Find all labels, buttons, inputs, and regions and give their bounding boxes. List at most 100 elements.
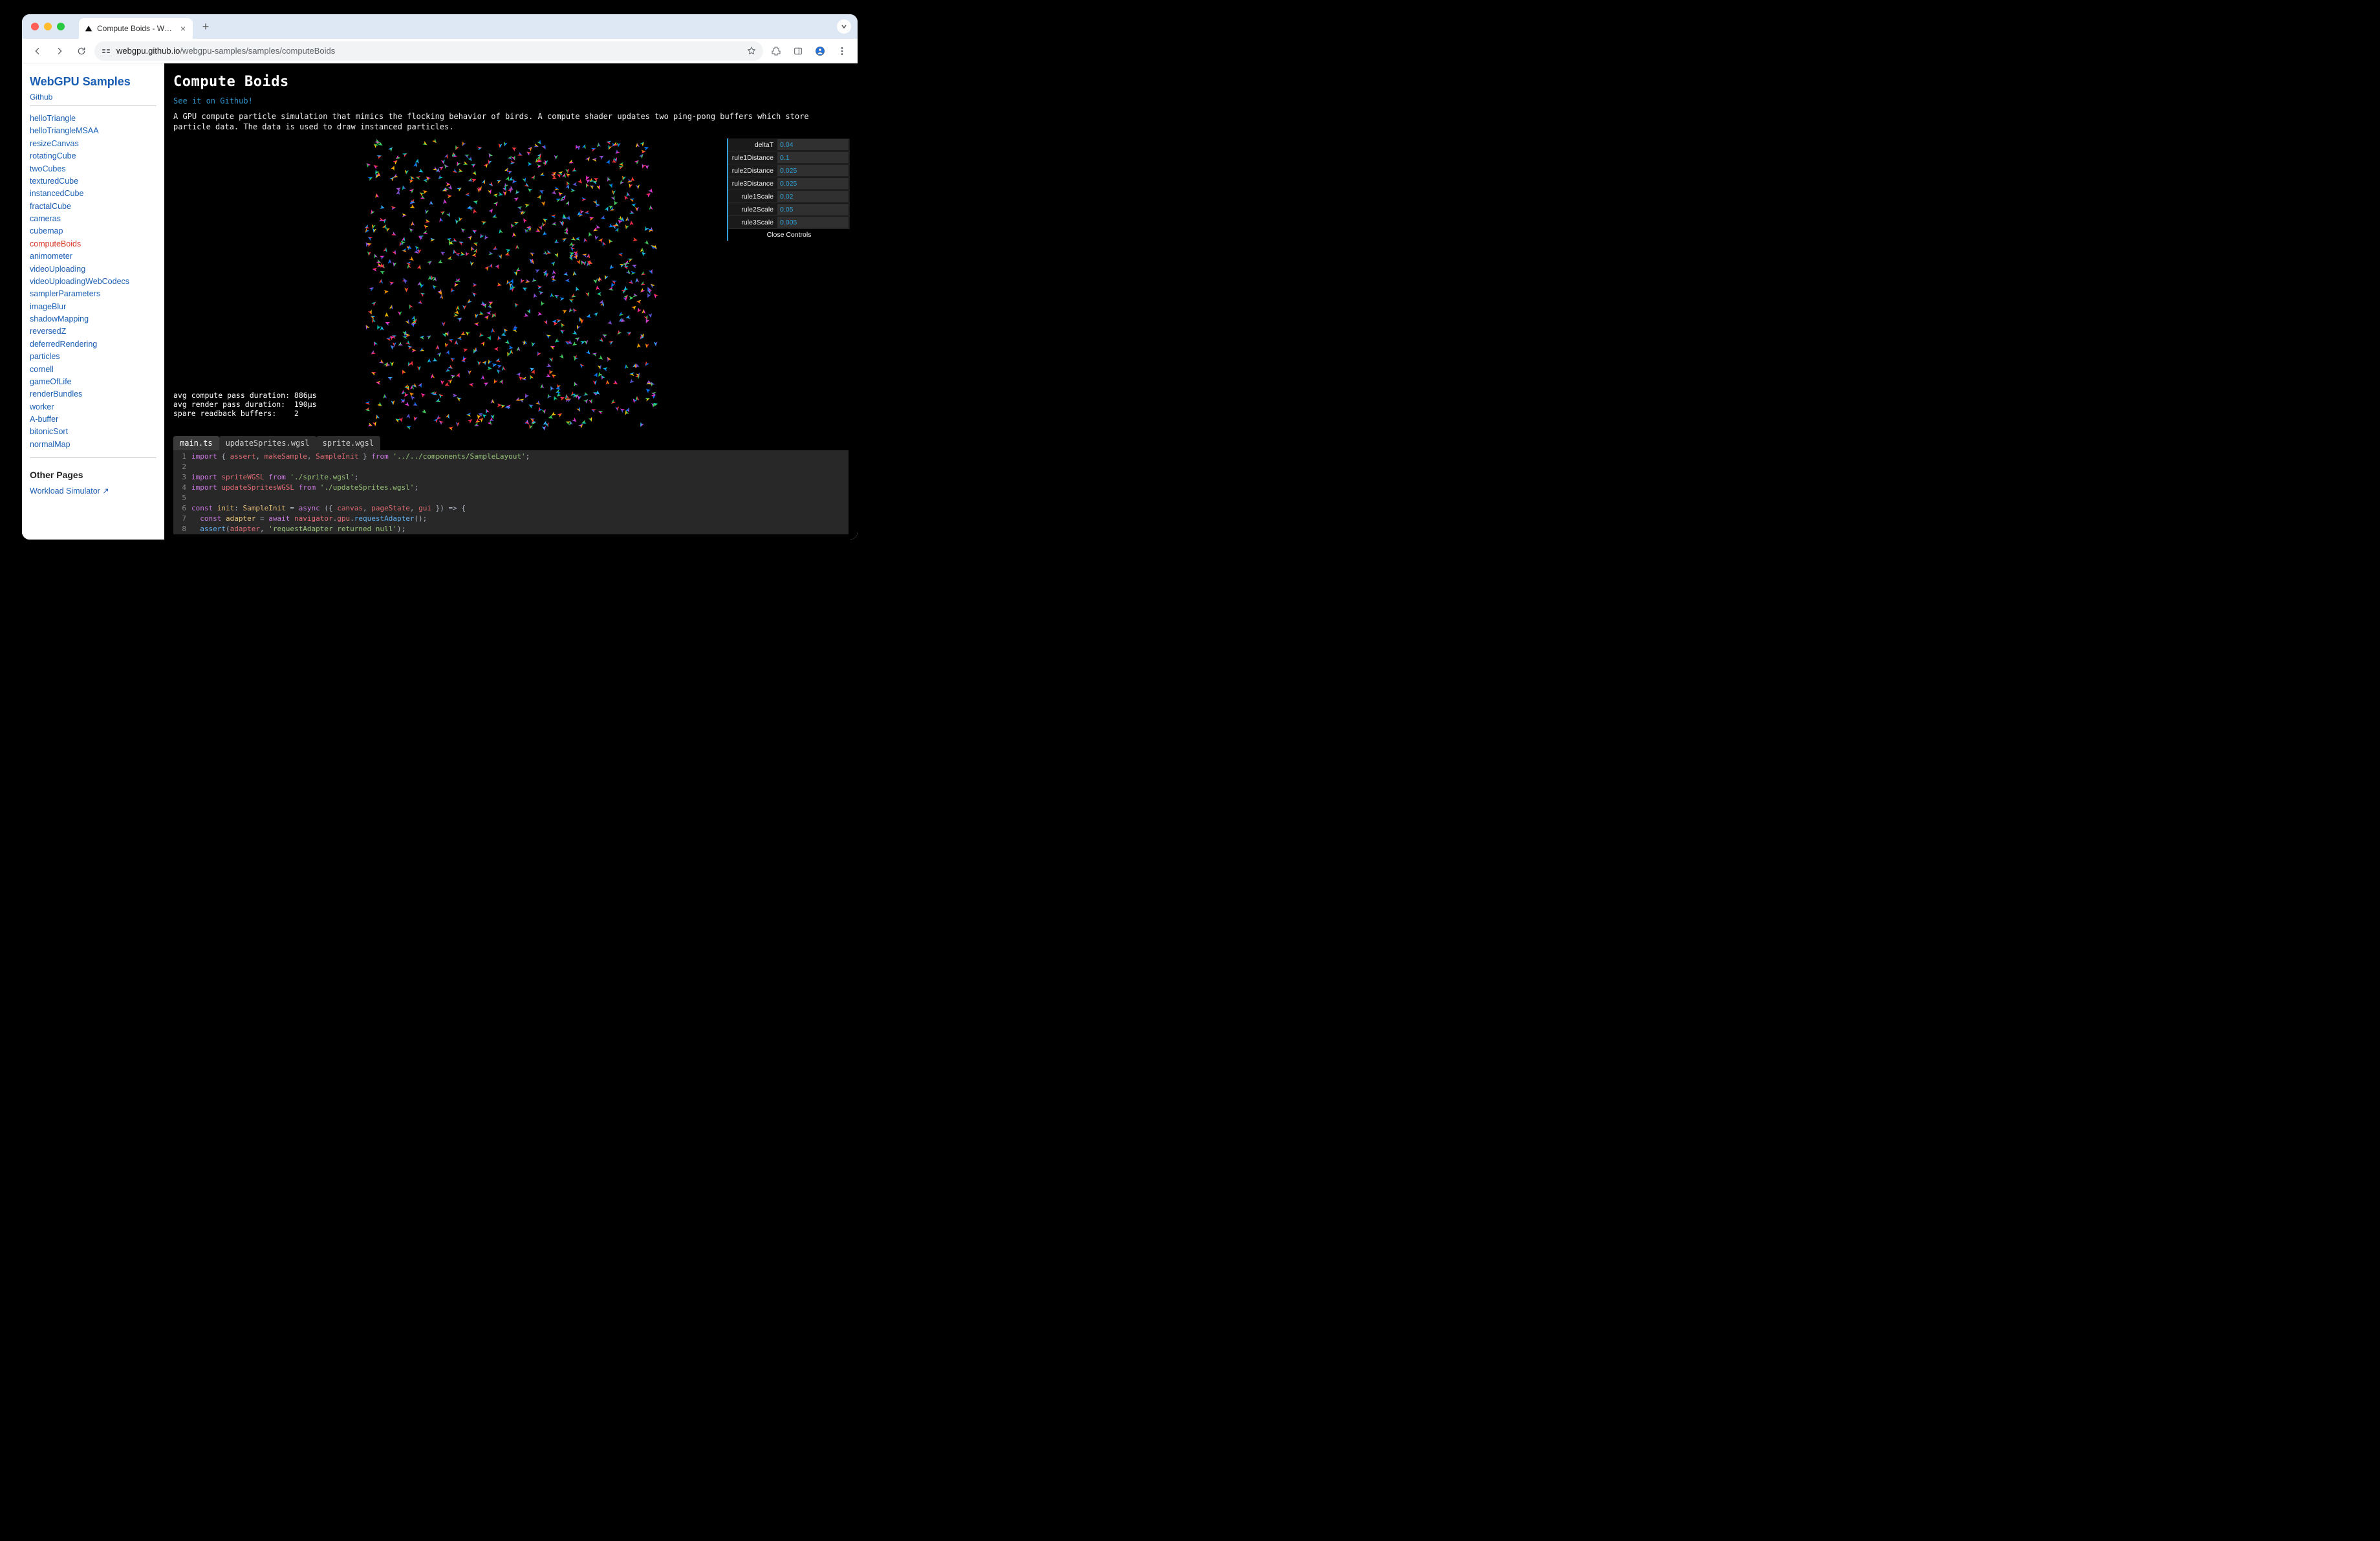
gui-row-input[interactable]: 0.025	[777, 178, 849, 189]
code-tab[interactable]: sprite.wgsl	[316, 436, 380, 450]
sidebar-sample-link[interactable]: particles	[30, 352, 60, 361]
sidebar-sample-link[interactable]: deferredRendering	[30, 340, 97, 349]
sidebar-sample-link[interactable]: videoUploadingWebCodecs	[30, 277, 129, 286]
tab-favicon-icon	[84, 24, 93, 33]
sidebar-sample-item[interactable]: gameOfLife	[30, 376, 157, 388]
sidebar-sample-item[interactable]: computeBoids	[30, 238, 157, 250]
close-window-button[interactable]	[31, 23, 39, 30]
menu-button[interactable]	[833, 42, 851, 60]
sidebar-sample-link[interactable]: samplerParameters	[30, 289, 100, 298]
reload-button[interactable]	[72, 42, 91, 60]
sidebar-sample-link[interactable]: gameOfLife	[30, 377, 72, 386]
gui-row-input[interactable]: 0.02	[777, 191, 849, 202]
gui-row-input[interactable]: 0.025	[777, 165, 849, 176]
sidebar-sample-link[interactable]: bitonicSort	[30, 427, 68, 436]
tab-strip: Compute Boids - WebGPU S… × +	[22, 14, 858, 39]
sidebar-github-link[interactable]: Github	[30, 93, 157, 102]
address-bar[interactable]: webgpu.github.io/webgpu-samples/samples/…	[94, 41, 763, 61]
sidebar-sample-link[interactable]: texturedCube	[30, 177, 78, 186]
workload-simulator-link[interactable]: Workload Simulator ↗	[30, 486, 109, 496]
sidebar-sample-item[interactable]: texturedCube	[30, 175, 157, 188]
profile-button[interactable]	[811, 42, 829, 60]
toolbar: webgpu.github.io/webgpu-samples/samples/…	[22, 39, 858, 63]
sidebar-sample-item[interactable]: cornell	[30, 364, 157, 376]
gui-row: deltaT0.04	[728, 138, 850, 151]
code-tabs: main.tsupdateSprites.wgslsprite.wgsl	[173, 436, 849, 450]
browser-tab[interactable]: Compute Boids - WebGPU S… ×	[79, 18, 193, 39]
sidebar-sample-link[interactable]: imageBlur	[30, 302, 66, 311]
sidebar-sample-item[interactable]: cubemap	[30, 225, 157, 237]
sidebar-sample-item[interactable]: animometer	[30, 250, 157, 263]
sidebar-sample-link[interactable]: cubemap	[30, 226, 63, 235]
sidebar-sample-link[interactable]: normalMap	[30, 440, 70, 449]
see-on-github-link[interactable]: See it on Github!	[173, 96, 253, 105]
sidebar-sample-link[interactable]: animometer	[30, 252, 72, 261]
code-tab[interactable]: main.ts	[173, 436, 219, 450]
gui-row-input[interactable]: 0.05	[777, 204, 849, 215]
sidebar-sample-item[interactable]: samplerParameters	[30, 288, 157, 300]
sidebar-sample-item[interactable]: resizeCanvas	[30, 138, 157, 150]
sidebar-sample-link[interactable]: reversedZ	[30, 327, 66, 336]
sidebar-sample-item[interactable]: deferredRendering	[30, 338, 157, 351]
sidebar-sample-item[interactable]: particles	[30, 351, 157, 363]
gui-row: rule3Scale0.005	[728, 216, 850, 229]
sidebar-sample-link[interactable]: resizeCanvas	[30, 139, 79, 148]
sidebar-sample-link[interactable]: renderBundles	[30, 389, 82, 399]
sidebar-sample-item[interactable]: helloTriangleMSAA	[30, 125, 157, 137]
sidebar-sample-link[interactable]: helloTriangle	[30, 114, 76, 123]
sidebar-sample-link[interactable]: rotatingCube	[30, 151, 76, 160]
gui-row: rule1Distance0.1	[728, 151, 850, 164]
new-tab-button[interactable]: +	[197, 17, 215, 36]
sidebar-sample-link[interactable]: fractalCube	[30, 202, 71, 211]
sidebar-sample-item[interactable]: helloTriangle	[30, 113, 157, 125]
code-line: 5	[173, 493, 849, 503]
sidebar-sample-item[interactable]: twoCubes	[30, 163, 157, 175]
bookmark-star-icon[interactable]	[746, 46, 757, 56]
sidebar-sample-link[interactable]: cameras	[30, 214, 61, 223]
sidebar-sample-item[interactable]: imageBlur	[30, 301, 157, 313]
sidebar-sample-item[interactable]: videoUploading	[30, 263, 157, 276]
gui-row: rule1Scale0.02	[728, 190, 850, 203]
sidebar-sample-item[interactable]: instancedCube	[30, 188, 157, 200]
sidebar-sample-item[interactable]: rotatingCube	[30, 150, 157, 162]
tab-overflow-button[interactable]	[837, 19, 851, 34]
close-tab-button[interactable]: ×	[178, 24, 188, 33]
sidebar-sample-item[interactable]: A-buffer	[30, 413, 157, 426]
minimize-window-button[interactable]	[44, 23, 52, 30]
sidebar-sample-link[interactable]: A-buffer	[30, 415, 58, 424]
gui-close-button[interactable]: Close Controls	[728, 229, 850, 241]
sidebar-sample-link[interactable]: worker	[30, 402, 54, 411]
gui-row-input[interactable]: 0.04	[777, 139, 849, 150]
site-settings-icon[interactable]	[101, 46, 111, 56]
url-text: webgpu.github.io/webgpu-samples/samples/…	[116, 46, 335, 56]
side-panel-button[interactable]	[789, 42, 807, 60]
sidebar-sample-item[interactable]: normalMap	[30, 439, 157, 451]
gui-row: rule3Distance0.025	[728, 177, 850, 190]
sidebar-sample-item[interactable]: videoUploadingWebCodecs	[30, 276, 157, 288]
zoom-window-button[interactable]	[57, 23, 65, 30]
sidebar-sample-link[interactable]: helloTriangleMSAA	[30, 126, 99, 135]
sidebar-sample-link[interactable]: twoCubes	[30, 164, 66, 173]
sidebar-sample-item[interactable]: reversedZ	[30, 325, 157, 338]
code-tab[interactable]: updateSprites.wgsl	[219, 436, 316, 450]
sidebar-sample-item[interactable]: worker	[30, 401, 157, 413]
sidebar-sample-link[interactable]: shadowMapping	[30, 314, 89, 323]
sidebar-sample-item[interactable]: renderBundles	[30, 388, 157, 400]
sidebar-sample-link[interactable]: computeBoids	[30, 239, 81, 248]
sidebar-sample-item[interactable]: cameras	[30, 213, 157, 225]
sidebar-sample-link[interactable]: instancedCube	[30, 189, 83, 198]
sidebar-title: WebGPU Samples	[30, 75, 157, 89]
back-button[interactable]	[28, 42, 47, 60]
sidebar-sample-link[interactable]: videoUploading	[30, 265, 85, 274]
divider	[30, 457, 157, 458]
sidebar-sample-item[interactable]: shadowMapping	[30, 313, 157, 325]
sidebar: WebGPU Samples Github helloTriangle hello…	[22, 63, 164, 540]
sidebar-sample-item[interactable]: fractalCube	[30, 201, 157, 213]
gui-row-input[interactable]: 0.1	[777, 152, 849, 163]
code-line: 8 assert(adapter, 'requestAdapter return…	[173, 524, 849, 534]
gui-row-input[interactable]: 0.005	[777, 217, 849, 228]
forward-button[interactable]	[50, 42, 69, 60]
sidebar-sample-link[interactable]: cornell	[30, 365, 54, 374]
sidebar-sample-item[interactable]: bitonicSort	[30, 426, 157, 438]
extensions-button[interactable]	[767, 42, 785, 60]
